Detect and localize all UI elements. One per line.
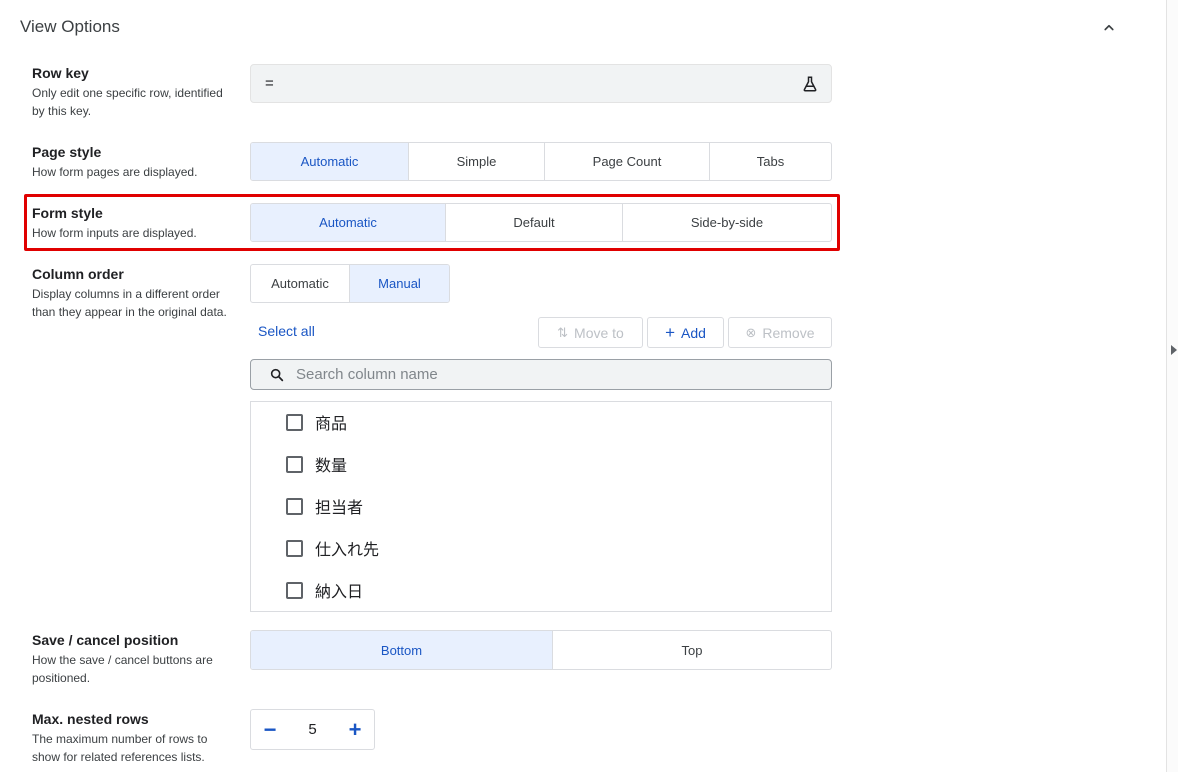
remove-label: Remove bbox=[762, 324, 815, 341]
column-list: 商品 数量 担当者 仕入れ先 納入日 bbox=[250, 401, 832, 612]
nested-rows-stepper: − 5 + bbox=[250, 709, 375, 750]
list-item[interactable]: 商品 bbox=[286, 410, 347, 434]
side-panel-rail bbox=[1166, 0, 1178, 772]
form-style-side-by-side[interactable]: Side-by-side bbox=[623, 204, 831, 241]
plus-icon: + bbox=[665, 323, 675, 342]
column-order-manual[interactable]: Manual bbox=[350, 265, 449, 302]
list-item[interactable]: 担当者 bbox=[286, 494, 363, 518]
checkbox[interactable] bbox=[286, 455, 303, 473]
row-key-description: Only edit one specific row, identified b… bbox=[32, 86, 223, 118]
row-key-input[interactable]: = bbox=[250, 64, 832, 103]
checkbox[interactable] bbox=[286, 581, 303, 599]
checkbox[interactable] bbox=[286, 497, 303, 515]
remove-column-button[interactable]: ⊗ Remove bbox=[728, 317, 832, 348]
page-style-page-count[interactable]: Page Count bbox=[545, 143, 710, 180]
list-item[interactable]: 数量 bbox=[286, 452, 347, 476]
page-style-description: How form pages are displayed. bbox=[32, 165, 198, 179]
add-label: Add bbox=[681, 324, 706, 341]
sort-arrows-icon: ⇅ bbox=[557, 325, 569, 340]
form-style-default[interactable]: Default bbox=[446, 204, 623, 241]
form-style-automatic[interactable]: Automatic bbox=[251, 204, 446, 241]
save-cancel-label: Save / cancel position bbox=[32, 632, 179, 648]
expand-panel-icon[interactable] bbox=[1170, 343, 1178, 355]
minus-icon[interactable]: − bbox=[251, 710, 289, 749]
page-style-automatic[interactable]: Automatic bbox=[251, 143, 409, 180]
column-order-selector: Automatic Manual bbox=[250, 264, 450, 303]
row-key-label: Row key bbox=[32, 65, 89, 81]
plus-icon[interactable]: + bbox=[336, 710, 374, 749]
save-cancel-top[interactable]: Top bbox=[553, 631, 831, 669]
column-name: 数量 bbox=[315, 456, 348, 475]
view-options-title: View Options bbox=[20, 17, 120, 36]
save-cancel-bottom[interactable]: Bottom bbox=[251, 631, 553, 669]
column-order-description: Display columns in a different order tha… bbox=[32, 287, 227, 319]
page-style-label: Page style bbox=[32, 144, 102, 160]
column-name: 仕入れ先 bbox=[315, 540, 380, 559]
search-icon bbox=[270, 368, 284, 382]
move-to-label: Move to bbox=[574, 324, 624, 341]
page-style-selector: Automatic Simple Page Count Tabs bbox=[250, 142, 832, 181]
save-cancel-selector: Bottom Top bbox=[250, 630, 832, 670]
page-style-simple[interactable]: Simple bbox=[409, 143, 545, 180]
nested-rows-value[interactable]: 5 bbox=[289, 721, 336, 738]
list-item[interactable]: 仕入れ先 bbox=[286, 536, 379, 560]
column-search bbox=[250, 359, 832, 390]
select-all-link[interactable]: Select all bbox=[258, 323, 315, 339]
form-style-selector: Automatic Default Side-by-side bbox=[250, 203, 832, 242]
search-column-input[interactable] bbox=[296, 360, 816, 389]
move-to-button[interactable]: ⇅ Move to bbox=[538, 317, 643, 348]
flask-icon[interactable] bbox=[801, 75, 819, 93]
add-column-button[interactable]: + Add bbox=[647, 317, 724, 348]
page-style-tabs[interactable]: Tabs bbox=[710, 143, 831, 180]
checkbox[interactable] bbox=[286, 539, 303, 557]
form-style-label: Form style bbox=[32, 205, 103, 221]
save-cancel-description: How the save / cancel buttons are positi… bbox=[32, 653, 213, 685]
column-name: 担当者 bbox=[315, 498, 364, 517]
column-order-automatic[interactable]: Automatic bbox=[251, 265, 350, 302]
form-style-description: How form inputs are displayed. bbox=[32, 226, 197, 240]
checkbox[interactable] bbox=[286, 413, 303, 431]
nested-rows-label: Max. nested rows bbox=[32, 711, 149, 727]
remove-circle-icon: ⊗ bbox=[745, 325, 757, 340]
nested-rows-description: The maximum number of rows to show for r… bbox=[32, 732, 208, 764]
row-key-value: = bbox=[265, 75, 274, 92]
column-order-label: Column order bbox=[32, 266, 124, 282]
column-name: 納入日 bbox=[315, 582, 364, 601]
list-item[interactable]: 納入日 bbox=[286, 578, 363, 602]
chevron-up-icon[interactable] bbox=[1100, 19, 1118, 37]
column-name: 商品 bbox=[315, 414, 348, 433]
